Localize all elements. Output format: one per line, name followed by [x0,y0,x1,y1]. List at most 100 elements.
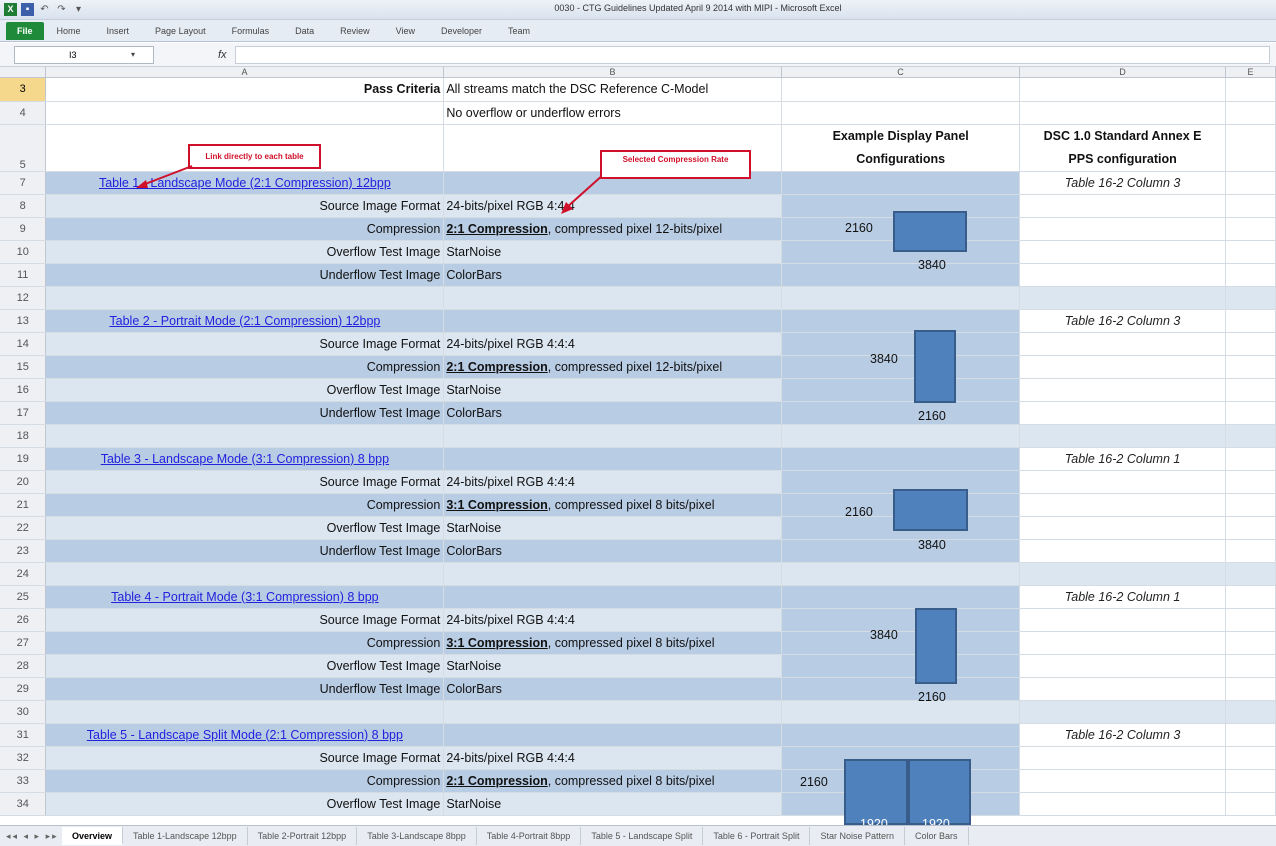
sheet-tab-table-5[interactable]: Table 5 - Landscape Split [581,827,704,845]
cell-e18[interactable] [1225,424,1276,448]
cell-b16[interactable]: StarNoise [443,378,783,402]
cell-d29[interactable] [1019,677,1227,701]
cell-b10[interactable]: StarNoise [443,240,783,264]
cell-b22[interactable]: StarNoise [443,516,783,540]
sheet-tab-table-4[interactable]: Table 4-Portrait 8bpp [477,827,582,845]
row-header[interactable]: 25 [0,585,47,609]
cell-e23[interactable] [1225,539,1276,563]
row-header[interactable]: 26 [0,608,47,632]
column-header-a[interactable]: A [46,67,444,78]
row-header[interactable]: 27 [0,631,47,655]
cell-b30[interactable] [443,700,783,724]
cell-c17[interactable] [781,401,1021,425]
cell-b11[interactable]: ColorBars [443,263,783,287]
row-header[interactable]: 23 [0,539,47,563]
cell-b12[interactable] [443,286,783,310]
cell-e10[interactable] [1225,240,1276,264]
cell-d18[interactable] [1019,424,1227,448]
row-header[interactable]: 21 [0,493,47,517]
cell-b3[interactable]: All streams match the DSC Reference C-Mo… [443,78,783,102]
cell-a10[interactable]: Overflow Test Image [45,240,445,264]
sheet-tab-overview[interactable]: Overview [62,827,124,845]
row-header[interactable]: 16 [0,378,47,402]
cell-d20[interactable] [1019,470,1227,494]
table-3-link[interactable]: Table 3 - Landscape Mode (3:1 Compressio… [45,447,445,471]
cell-a16[interactable]: Overflow Test Image [45,378,445,402]
cell-d30[interactable] [1019,700,1227,724]
cell-b32[interactable]: 24-bits/pixel RGB 4:4:4 [443,746,783,770]
cell-b29[interactable]: ColorBars [443,677,783,701]
cell-e15[interactable] [1225,355,1276,379]
cell-b14[interactable]: 24-bits/pixel RGB 4:4:4 [443,332,783,356]
cell-d19[interactable]: Table 16-2 Column 1 [1019,447,1227,471]
cell-a26[interactable]: Source Image Format [45,608,445,632]
tab-page-layout[interactable]: Page Layout [142,20,219,42]
cell-d17[interactable] [1019,401,1227,425]
cell-d8[interactable] [1019,194,1227,218]
row-header[interactable]: 5 [0,124,47,172]
formula-input[interactable] [234,45,1270,64]
cell-e12[interactable] [1225,286,1276,310]
cell-d28[interactable] [1019,654,1227,678]
cell-e26[interactable] [1225,608,1276,632]
sheet-navigation-arrows[interactable]: ◂◂ ◂ ▸ ▸▸ [0,831,62,842]
cell-e19[interactable] [1225,447,1276,471]
cell-c27[interactable] [781,631,1021,655]
cell-c5[interactable]: Example Display Panel Configurations [781,124,1021,172]
cell-d22[interactable] [1019,516,1227,540]
cell-d15[interactable] [1019,355,1227,379]
cell-c15[interactable] [781,355,1021,379]
cell-c18[interactable] [781,424,1021,448]
row-header[interactable]: 22 [0,516,47,540]
row-header[interactable]: 30 [0,700,47,724]
cell-e7[interactable] [1225,171,1276,195]
tab-review[interactable]: Review [327,20,383,42]
tab-data[interactable]: Data [282,20,327,42]
cell-d9[interactable] [1019,217,1227,241]
cell-c31[interactable] [781,723,1021,747]
cell-e8[interactable] [1225,194,1276,218]
cell-e33[interactable] [1225,769,1276,793]
panel-5-left-shape[interactable] [844,759,908,825]
cell-a28[interactable]: Overflow Test Image [45,654,445,678]
sheet-tab-table-3[interactable]: Table 3-Landscape 8bpp [357,827,477,845]
cell-a17[interactable]: Underflow Test Image [45,401,445,425]
cell-e32[interactable] [1225,746,1276,770]
cell-d21[interactable] [1019,493,1227,517]
column-header-d[interactable]: D [1020,67,1226,78]
panel-2-portrait-shape[interactable] [914,330,956,403]
cell-b33[interactable]: 2:1 Compression, compressed pixel 8 bits… [443,769,783,793]
cell-e16[interactable] [1225,378,1276,402]
cell-e5[interactable] [1225,124,1276,172]
tab-team[interactable]: Team [495,20,543,42]
cell-a8[interactable]: Source Image Format [45,194,445,218]
row-header[interactable]: 9 [0,217,47,241]
column-header-b[interactable]: B [444,67,782,78]
cell-d11[interactable] [1019,263,1227,287]
cell-d4[interactable] [1019,101,1227,125]
cell-e27[interactable] [1225,631,1276,655]
cell-a32[interactable]: Source Image Format [45,746,445,770]
cell-c11[interactable] [781,263,1021,287]
tab-file[interactable]: File [6,21,44,40]
cell-a33[interactable]: Compression [45,769,445,793]
cell-e29[interactable] [1225,677,1276,701]
cell-c19[interactable] [781,447,1021,471]
cell-c16[interactable] [781,378,1021,402]
row-header[interactable]: 11 [0,263,47,287]
panel-3-landscape-shape[interactable] [893,489,968,531]
column-header-e[interactable]: E [1226,67,1276,78]
cell-c13[interactable] [781,309,1021,333]
cell-c28[interactable] [781,654,1021,678]
cell-b18[interactable] [443,424,783,448]
cell-a20[interactable]: Source Image Format [45,470,445,494]
row-header[interactable]: 15 [0,355,47,379]
cell-a4[interactable] [45,101,445,125]
row-header[interactable]: 17 [0,401,47,425]
cell-d13[interactable]: Table 16-2 Column 3 [1019,309,1227,333]
table-5-link[interactable]: Table 5 - Landscape Split Mode (2:1 Comp… [45,723,445,747]
cell-e14[interactable] [1225,332,1276,356]
cell-d31[interactable]: Table 16-2 Column 3 [1019,723,1227,747]
cell-c30[interactable] [781,700,1021,724]
row-header[interactable]: 13 [0,309,47,333]
